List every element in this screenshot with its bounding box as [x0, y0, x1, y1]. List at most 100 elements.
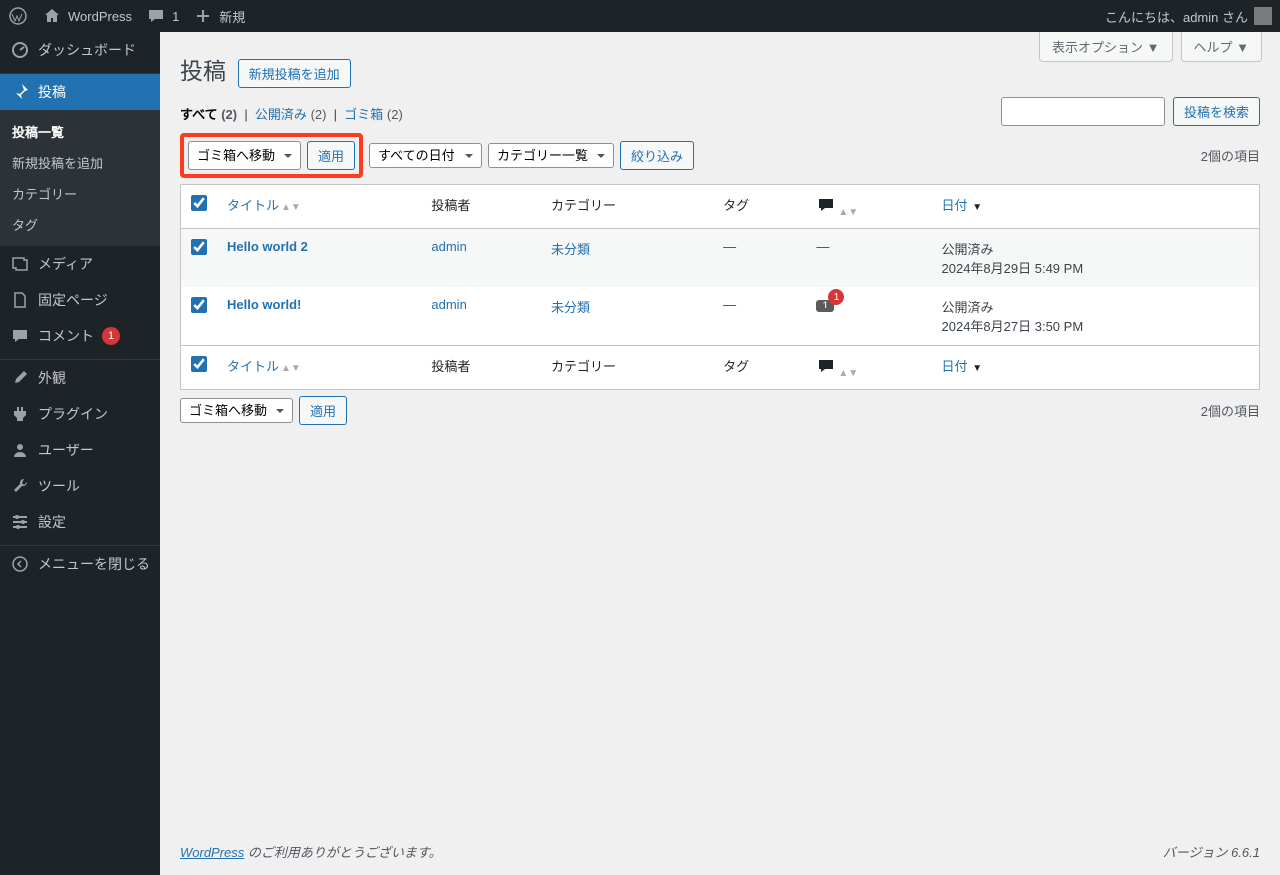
filter-button[interactable]: 絞り込み [620, 141, 694, 170]
category-link[interactable]: 未分類 [551, 242, 590, 257]
post-title-link[interactable]: Hello world 2 [227, 239, 308, 254]
col-comments[interactable]: ▲▼ [806, 185, 931, 229]
menu-plugins[interactable]: プラグイン [0, 396, 160, 432]
bulk-action-highlight: ゴミ箱へ移動 適用 [180, 133, 363, 178]
menu-dashboard[interactable]: ダッシュボード [0, 32, 160, 68]
col-title[interactable]: タイトル▲▼ [217, 345, 421, 389]
row-checkbox[interactable] [191, 239, 207, 255]
comments-link[interactable]: 1 [146, 6, 179, 26]
submenu-new-post[interactable]: 新規投稿を追加 [0, 147, 160, 178]
screen-options-button[interactable]: 表示オプション ▼ [1039, 32, 1173, 62]
sliders-icon [10, 512, 30, 532]
col-date[interactable]: 日付 ▼ [932, 185, 1259, 229]
menu-posts[interactable]: 投稿 [0, 74, 160, 110]
version-text: バージョン 6.6.1 [1163, 842, 1260, 861]
col-comments[interactable]: ▲▼ [806, 345, 931, 389]
collapse-icon [10, 554, 30, 574]
sort-icon: ▲▼ [838, 368, 858, 379]
menu-tools[interactable]: ツール [0, 468, 160, 504]
sort-icon: ▼ [970, 202, 983, 213]
menu-collapse[interactable]: メニューを閉じる [0, 546, 160, 582]
comment-icon [10, 326, 30, 346]
col-category: カテゴリー [541, 185, 713, 229]
col-author: 投稿者 [421, 345, 541, 389]
dashboard-icon [10, 40, 30, 60]
brush-icon [10, 368, 30, 388]
page-icon [10, 290, 30, 310]
bulk-action-select-bottom[interactable]: ゴミ箱へ移動 [180, 398, 293, 423]
menu-media[interactable]: メディア [0, 246, 160, 282]
col-category: カテゴリー [541, 345, 713, 389]
select-all-top[interactable] [191, 195, 207, 211]
admin-sidebar: ダッシュボード 投稿 投稿一覧 新規投稿を追加 カテゴリー タグ メディア 固定… [0, 32, 160, 875]
menu-posts-sub: 投稿一覧 新規投稿を追加 カテゴリー タグ [0, 110, 160, 246]
row-checkbox[interactable] [191, 297, 207, 313]
apply-button-bottom[interactable]: 適用 [299, 396, 347, 425]
date-cell: 公開済み2024年8月29日 5:49 PM [932, 229, 1259, 287]
site-link[interactable]: WordPress [42, 6, 132, 26]
col-tag: タグ [713, 345, 806, 389]
comments-cell[interactable]: 11 [806, 287, 931, 345]
user-icon [10, 440, 30, 460]
avatar [1254, 7, 1272, 25]
greeting[interactable]: こんにちは、admin さん [1105, 7, 1272, 26]
submenu-all-posts[interactable]: 投稿一覧 [0, 116, 160, 147]
comment-icon [146, 6, 166, 26]
items-count-top: 2個の項目 [1201, 146, 1260, 165]
author-link[interactable]: admin [431, 297, 466, 312]
plugin-icon [10, 404, 30, 424]
plus-icon [193, 6, 213, 26]
sort-icon: ▲▼ [281, 363, 301, 374]
comments-cell: — [806, 229, 931, 287]
col-date[interactable]: 日付 ▼ [932, 345, 1259, 389]
pending-badge: 1 [828, 289, 844, 305]
menu-settings[interactable]: 設定 [0, 504, 160, 540]
submenu-tags[interactable]: タグ [0, 209, 160, 240]
tag-cell: — [713, 287, 806, 345]
sort-icon: ▼ [970, 363, 983, 374]
menu-appearance[interactable]: 外観 [0, 360, 160, 396]
comment-icon [816, 356, 836, 376]
table-row: Hello world! admin 未分類 — 11 公開済み2024年8月2… [181, 287, 1259, 345]
post-title-link[interactable]: Hello world! [227, 297, 301, 312]
date-cell: 公開済み2024年8月27日 3:50 PM [932, 287, 1259, 345]
page-title: 投稿 [180, 52, 226, 86]
table-row: Hello world 2 admin 未分類 — — 公開済み2024年8月2… [181, 229, 1259, 287]
comments-badge: 1 [102, 327, 120, 345]
help-button[interactable]: ヘルプ ▼ [1181, 32, 1263, 62]
col-author: 投稿者 [421, 185, 541, 229]
search-button[interactable]: 投稿を検索 [1173, 97, 1260, 126]
pin-icon [10, 82, 30, 102]
category-filter-select[interactable]: カテゴリー一覧 [488, 143, 614, 168]
submenu-categories[interactable]: カテゴリー [0, 178, 160, 209]
comment-icon [816, 195, 836, 215]
wp-logo[interactable] [8, 6, 28, 26]
author-link[interactable]: admin [431, 239, 466, 254]
media-icon [10, 254, 30, 274]
search-input[interactable] [1001, 97, 1165, 126]
filter-published[interactable]: 公開済み [255, 107, 307, 122]
new-link[interactable]: 新規 [193, 6, 245, 26]
tag-cell: — [713, 229, 806, 287]
col-title[interactable]: タイトル▲▼ [217, 185, 421, 229]
items-count-bottom: 2個の項目 [1201, 401, 1260, 420]
admin-bar: WordPress 1 新規 こんにちは、admin さん [0, 0, 1280, 32]
bulk-action-select[interactable]: ゴミ箱へ移動 [188, 141, 301, 170]
main-content: 表示オプション ▼ ヘルプ ▼ 投稿 新規投稿を追加 すべて (2) | 公開済… [160, 32, 1280, 875]
menu-comments[interactable]: コメント1 [0, 318, 160, 354]
sort-icon: ▲▼ [281, 202, 301, 213]
home-icon [42, 6, 62, 26]
select-all-bottom[interactable] [191, 356, 207, 372]
date-filter-select[interactable]: すべての日付 [369, 143, 482, 168]
filter-trash[interactable]: ゴミ箱 [344, 107, 383, 122]
add-new-button[interactable]: 新規投稿を追加 [238, 59, 351, 88]
apply-button[interactable]: 適用 [307, 141, 355, 170]
footer: WordPress のご利用ありがとうございます。 バージョン 6.6.1 [160, 828, 1280, 875]
footer-wp-link[interactable]: WordPress [180, 845, 244, 860]
filter-all[interactable]: すべて (2) [180, 107, 237, 122]
menu-users[interactable]: ユーザー [0, 432, 160, 468]
menu-pages[interactable]: 固定ページ [0, 282, 160, 318]
category-link[interactable]: 未分類 [551, 300, 590, 315]
col-tag: タグ [713, 185, 806, 229]
posts-table: タイトル▲▼ 投稿者 カテゴリー タグ ▲▼ 日付 ▼ Hello world … [180, 184, 1260, 390]
